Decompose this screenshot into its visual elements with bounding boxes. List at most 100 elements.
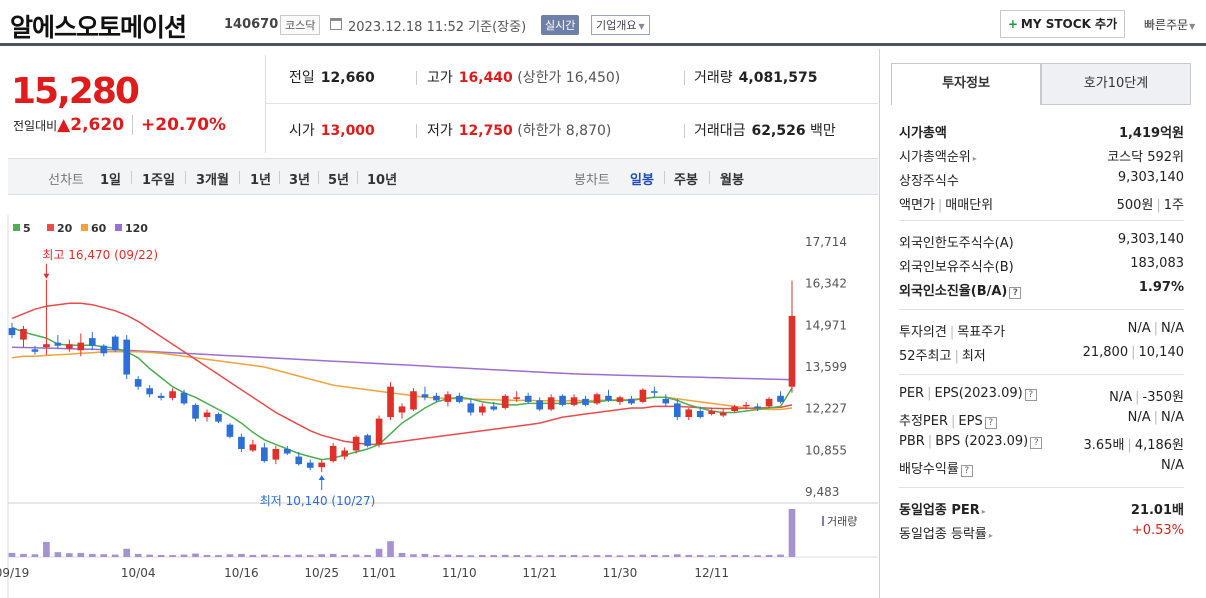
volume-bar — [100, 554, 108, 557]
info-value: 21.01배 — [1130, 503, 1184, 518]
volume-bar — [111, 554, 119, 557]
candle-body — [157, 395, 165, 398]
candle-weekly[interactable]: 주봉 — [674, 169, 698, 188]
candle-body — [88, 338, 96, 346]
x-tick-label: 09/19 — [0, 566, 29, 580]
candle-body — [261, 447, 268, 462]
volume-bar — [501, 554, 509, 557]
candle-daily[interactable]: 일봉 — [630, 169, 654, 188]
x-tick-label: 10/25 — [304, 566, 339, 580]
volume-bar — [192, 553, 199, 557]
info-value: 500원 | 1주 — [1116, 198, 1184, 213]
day-high: 고가 16,440 (상한가 16,450) — [427, 70, 621, 86]
volume-bar — [306, 555, 314, 557]
volume-bar — [180, 554, 188, 557]
divider — [899, 374, 1184, 375]
y-tick-label: 10,855 — [805, 443, 847, 457]
period-5y[interactable]: 5년 — [328, 169, 349, 188]
candle-body — [685, 409, 693, 418]
chart-period-bar: 선차트 1일 1주일 3개월 1년 3년 5년 10년 봉차트 일봉 주봉 월봉 — [8, 158, 878, 195]
realtime-badge[interactable]: 실시간 — [541, 15, 580, 35]
x-tick-label: 11/10 — [442, 566, 477, 580]
help-icon[interactable]: ? — [984, 417, 997, 429]
candle-body — [215, 414, 222, 422]
candlestick-chart[interactable]: 5 20 60 120 17,714 16,342 14,971 13,599 12,227 10… — [0, 215, 878, 598]
candle-monthly[interactable]: 월봉 — [720, 169, 744, 188]
plus-icon: + — [1007, 17, 1018, 31]
info-value: N/A — [1161, 458, 1184, 473]
candle-body — [100, 345, 108, 354]
volume-bar — [364, 554, 371, 557]
stock-chart[interactable]: 5 20 60 120 17,714 16,342 14,971 13,599 12,227 10… — [0, 215, 878, 598]
info-row[interactable]: 동일업종 등락률 ▸ +0.53% — [899, 521, 1184, 543]
period-3m[interactable]: 3개월 — [196, 169, 229, 188]
legend-swatch — [115, 224, 122, 231]
quick-order-button[interactable]: 빠른주문▼ — [1144, 16, 1195, 33]
tab-order-book[interactable]: 호가10단계 — [1041, 63, 1191, 105]
volume-bar — [513, 554, 521, 557]
current-price: 15,280 — [11, 71, 140, 112]
info-row[interactable]: 시가총액순위 ▸ 코스닥 592위 — [899, 144, 1184, 166]
y-tick-label: 13,599 — [805, 360, 847, 374]
help-icon[interactable]: ? — [1030, 437, 1043, 449]
candle-body — [467, 403, 475, 413]
add-mystock-button[interactable]: + MY STOCK 추가 — [1000, 10, 1125, 38]
legend-label: 5 — [23, 222, 31, 235]
investment-info-panel: 투자정보 호가10단계 시가총액 1,419억원 시가총액순위 ▸ 코스닥 592위 상장… — [891, 63, 1192, 598]
volume-bar — [719, 555, 727, 557]
volume-bar — [765, 554, 773, 557]
volume-bar — [628, 555, 635, 557]
period-1w[interactable]: 1주일 — [142, 169, 175, 188]
volume-bar — [77, 552, 85, 557]
help-icon[interactable]: ? — [960, 465, 973, 477]
candle-body — [444, 394, 452, 402]
x-tick-label: 12/11 — [694, 566, 729, 580]
help-icon[interactable]: ? — [1024, 389, 1037, 401]
candle-body — [54, 342, 62, 346]
volume-bar — [318, 554, 326, 557]
info-label: 추정PER | EPS? — [899, 410, 997, 429]
volume-bar — [456, 554, 463, 557]
candle-body — [628, 398, 635, 404]
info-row: 투자의견 | 목표주가 N/A | N/A — [899, 319, 1184, 341]
candle-body — [66, 344, 73, 349]
candle-body — [593, 394, 601, 404]
y-tick-label: 14,971 — [805, 318, 847, 332]
max-price-annotation: 최고 16,470 (09/22) — [42, 248, 158, 262]
period-1d[interactable]: 1일 — [100, 169, 121, 188]
period-1y[interactable]: 1년 — [250, 169, 271, 188]
volume-bar — [398, 552, 406, 557]
divider — [899, 220, 1184, 221]
candle-body — [226, 424, 234, 437]
period-3y[interactable]: 3년 — [289, 169, 310, 188]
candle-body — [559, 395, 566, 405]
volume-bar — [203, 554, 211, 557]
x-tick-label: 11/01 — [362, 566, 397, 580]
candle-body — [398, 406, 406, 413]
info-label: PER | EPS(2023.09)? — [899, 386, 1037, 401]
volume-bar — [708, 555, 716, 557]
company-info-dropdown[interactable]: 기업개요 ▼ — [591, 15, 650, 35]
candle-body — [169, 391, 176, 398]
volume-bar — [157, 554, 165, 557]
divider — [899, 487, 1184, 488]
volume-bar — [123, 548, 131, 557]
volume-bar — [329, 553, 337, 557]
volume-label: 거래량 — [827, 515, 857, 528]
volume-bar — [226, 554, 234, 557]
period-10y[interactable]: 10년 — [367, 169, 397, 188]
candle-body — [513, 397, 521, 399]
info-label: 시가총액순위 ▸ — [899, 150, 977, 165]
info-row: 추정PER | EPS? N/A | N/A — [899, 408, 1184, 430]
candle-body — [111, 336, 119, 351]
help-icon[interactable]: ? — [1009, 287, 1022, 299]
candle-body — [605, 395, 612, 401]
volume-bar — [238, 553, 245, 557]
volume-bar — [387, 541, 394, 557]
tab-investment-info[interactable]: 투자정보 — [891, 63, 1041, 105]
candle-body — [570, 397, 578, 405]
candle-body — [203, 412, 211, 418]
info-row[interactable]: 동일업종 PER ▸ 21.01배 — [899, 497, 1184, 519]
x-tick-label: 10/04 — [121, 566, 156, 580]
volume-bar — [742, 555, 750, 557]
